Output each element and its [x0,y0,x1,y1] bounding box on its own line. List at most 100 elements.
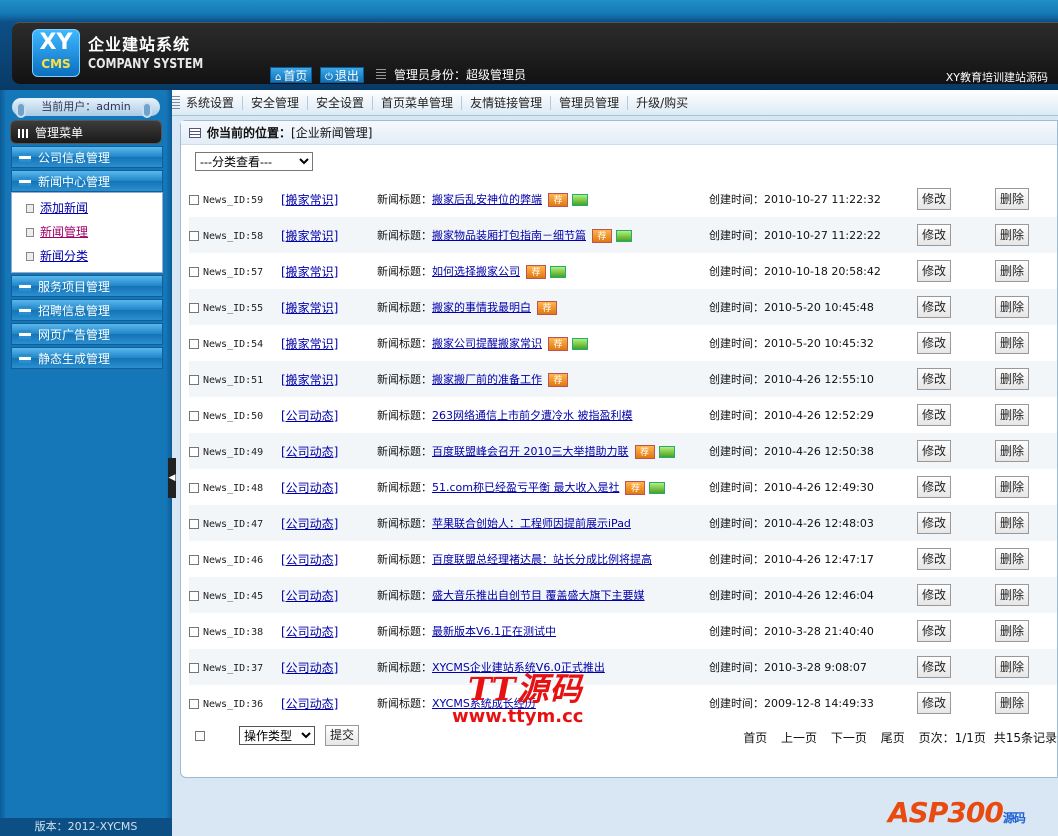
news-title-link[interactable]: 如何选择搬家公司 [432,265,520,278]
delete-button[interactable]: 删除 [995,620,1029,642]
sidebar-collapse-handle[interactable]: ◀ [168,458,176,498]
first-page-link[interactable]: 首页 [743,731,767,745]
category-link[interactable]: [搬家常识] [281,301,338,315]
row-checkbox[interactable] [189,374,199,385]
row-checkbox[interactable] [189,626,199,637]
last-page-link[interactable]: 尾页 [881,731,905,745]
news-category-link[interactable]: 新闻分类 [40,249,88,263]
delete-button[interactable]: 删除 [995,368,1029,390]
edit-button[interactable]: 修改 [917,368,951,390]
delete-button[interactable]: 删除 [995,548,1029,570]
select-all-checkbox[interactable] [195,731,205,741]
edit-button[interactable]: 修改 [917,296,951,318]
delete-button[interactable]: 删除 [995,188,1029,210]
row-checkbox[interactable] [189,302,199,313]
delete-button[interactable]: 删除 [995,224,1029,246]
operation-type-select[interactable]: 操作类型 [239,726,315,745]
category-link[interactable]: [搬家常识] [281,337,338,351]
row-checkbox[interactable] [189,410,199,421]
edit-button[interactable]: 修改 [917,260,951,282]
row-checkbox[interactable] [189,662,199,673]
category-link[interactable]: [搬家常识] [281,229,338,243]
category-link[interactable]: [搬家常识] [281,193,338,207]
sidebar-item-company-info[interactable]: 公司信息管理 [11,146,163,168]
add-news-link[interactable]: 添加新闻 [40,201,88,215]
delete-button[interactable]: 删除 [995,512,1029,534]
delete-button[interactable]: 删除 [995,440,1029,462]
edit-button[interactable]: 修改 [917,584,951,606]
category-link[interactable]: [公司动态] [281,481,338,495]
sidebar-item-jobs[interactable]: 招聘信息管理 [11,299,163,321]
news-title-link[interactable]: 搬家搬厂前的准备工作 [432,373,542,386]
edit-button[interactable]: 修改 [917,512,951,534]
row-checkbox[interactable] [189,698,199,709]
news-title-link[interactable]: 苹果联合创始人：工程师因提前展示iPad [432,517,631,530]
category-link[interactable]: [公司动态] [281,697,338,711]
logout-button[interactable]: ⏻ 退出 [320,67,364,83]
sidebar-item-service[interactable]: 服务项目管理 [11,275,163,297]
row-checkbox[interactable] [189,554,199,565]
sidebar-item-ads[interactable]: 网页广告管理 [11,323,163,345]
delete-button[interactable]: 删除 [995,332,1029,354]
edit-button[interactable]: 修改 [917,476,951,498]
nav-security-manage[interactable]: 安全管理 [251,96,309,110]
news-title-link[interactable]: 搬家物品装厢打包指南－细节篇 [432,229,586,242]
category-link[interactable]: [搬家常识] [281,265,338,279]
delete-button[interactable]: 删除 [995,476,1029,498]
edit-button[interactable]: 修改 [917,548,951,570]
edit-button[interactable]: 修改 [917,224,951,246]
nav-system-settings[interactable]: 系统设置 [186,96,244,110]
news-manage-link[interactable]: 新闻管理 [40,225,88,239]
edit-button[interactable]: 修改 [917,656,951,678]
nav-friend-links[interactable]: 友情链接管理 [470,96,552,110]
edit-button[interactable]: 修改 [917,692,951,714]
news-title-link[interactable]: 搬家的事情我最明白 [432,301,531,314]
category-filter-select[interactable]: ---分类查看--- [195,152,313,171]
sidebar-item-news-center[interactable]: 新闻中心管理 [11,170,163,192]
prev-page-link[interactable]: 上一页 [781,731,817,745]
delete-button[interactable]: 删除 [995,584,1029,606]
news-title-link[interactable]: 搬家后乱安神位的弊端 [432,193,542,206]
news-title-link[interactable]: 263网络通信上市前夕遭冷水 被指盈利模 [432,409,633,422]
sidebar-item-static[interactable]: 静态生成管理 [11,347,163,369]
edit-button[interactable]: 修改 [917,620,951,642]
delete-button[interactable]: 删除 [995,692,1029,714]
delete-button[interactable]: 删除 [995,404,1029,426]
nav-security-settings[interactable]: 安全设置 [316,96,374,110]
news-title-link[interactable]: 51.com称已经盈亏平衡 最大收入是社 [432,481,619,494]
row-checkbox[interactable] [189,518,199,529]
edit-button[interactable]: 修改 [917,404,951,426]
edit-button[interactable]: 修改 [917,188,951,210]
row-checkbox[interactable] [189,590,199,601]
home-button[interactable]: ⌂ 首页 [270,67,313,83]
edit-button[interactable]: 修改 [917,440,951,462]
news-title-link[interactable]: 盛大音乐推出自创节目 覆盖盛大旗下主要媒 [432,589,645,602]
nav-admin-manage[interactable]: 管理员管理 [559,96,629,110]
row-checkbox[interactable] [189,266,199,277]
submit-button[interactable]: 提交 [325,725,359,746]
nav-home-menu-manage[interactable]: 首页菜单管理 [381,96,463,110]
category-link[interactable]: [公司动态] [281,553,338,567]
news-title-link[interactable]: 最新版本V6.1正在测试中 [432,625,556,638]
next-page-link[interactable]: 下一页 [831,731,867,745]
news-title-link[interactable]: 搬家公司提醒搬家常识 [432,337,542,350]
delete-button[interactable]: 删除 [995,656,1029,678]
category-link[interactable]: [公司动态] [281,625,338,639]
nav-upgrade-buy[interactable]: 升级/购买 [636,96,696,110]
category-link[interactable]: [公司动态] [281,661,338,675]
category-link[interactable]: [公司动态] [281,517,338,531]
news-title-link[interactable]: 百度联盟总经理褚达晨：站长分成比例将提高 [432,553,652,566]
row-checkbox[interactable] [189,446,199,457]
delete-button[interactable]: 删除 [995,296,1029,318]
category-link[interactable]: [公司动态] [281,589,338,603]
row-checkbox[interactable] [189,194,199,205]
category-link[interactable]: [公司动态] [281,409,338,423]
category-link[interactable]: [搬家常识] [281,373,338,387]
edit-button[interactable]: 修改 [917,332,951,354]
delete-button[interactable]: 删除 [995,260,1029,282]
news-title-link[interactable]: 百度联盟峰会召开 2010三大举措助力联 [432,445,629,458]
row-checkbox[interactable] [189,230,199,241]
category-link[interactable]: [公司动态] [281,445,338,459]
row-checkbox[interactable] [189,338,199,349]
row-checkbox[interactable] [189,482,199,493]
